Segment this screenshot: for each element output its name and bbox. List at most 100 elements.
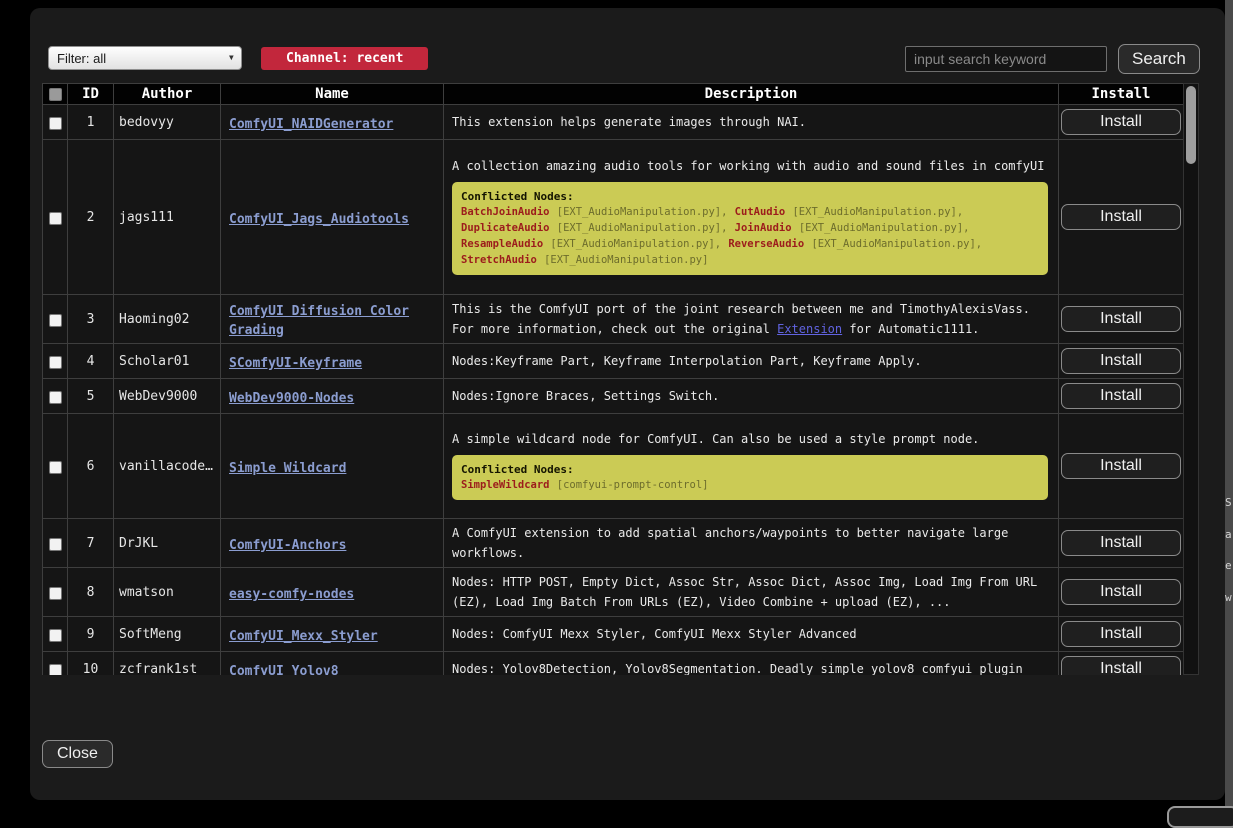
select-all-checkbox[interactable]: [49, 88, 62, 101]
node-name-link[interactable]: ComfyUI Diffusion Color Grading: [229, 304, 409, 338]
row-select-checkbox[interactable]: [49, 314, 62, 327]
table-row: 2 jags111 ComfyUI_Jags_Audiotools A coll…: [43, 140, 1184, 295]
background-menu-edge: [1225, 0, 1233, 815]
row-select-checkbox[interactable]: [49, 391, 62, 404]
node-name-link[interactable]: SComfyUI-Keyframe: [229, 356, 362, 371]
row-description: A collection amazing audio tools for wor…: [444, 140, 1059, 295]
node-name-link[interactable]: ComfyUI_Jags_Audiotools: [229, 212, 409, 227]
extension-link[interactable]: Extension: [777, 322, 842, 336]
conflict-node: BatchJoinAudio: [461, 206, 550, 218]
conflict-ext: [EXT_AudioManipulation.py]: [544, 254, 708, 266]
row-id: 10: [68, 652, 114, 676]
install-button[interactable]: Install: [1061, 383, 1181, 409]
menu-text-fragment: a: [1225, 528, 1232, 541]
row-author: Haoming02: [114, 295, 221, 344]
conflict-warning-box: Conflicted Nodes: BatchJoinAudio [EXT_Au…: [452, 182, 1048, 275]
row-id: 5: [68, 379, 114, 414]
row-author: wmatson: [114, 568, 221, 617]
node-name-link[interactable]: WebDev9000-Nodes: [229, 391, 354, 406]
header-install: Install: [1059, 84, 1184, 105]
row-select-checkbox[interactable]: [49, 587, 62, 600]
description-text: A simple wildcard node for ComfyUI. Can …: [452, 429, 1050, 449]
table-row: 6 vanillacode… Simple Wildcard A simple …: [43, 414, 1184, 519]
conflict-title: Conflicted Nodes:: [461, 190, 574, 203]
conflict-node: ReverseAudio: [728, 238, 804, 250]
filter-select-wrap: Filter: all ▾: [48, 46, 242, 70]
row-id: 6: [68, 414, 114, 519]
header-name: Name: [221, 84, 444, 105]
table-row: 7 DrJKL ComfyUI-Anchors A ComfyUI extens…: [43, 519, 1184, 568]
row-author: Scholar01: [114, 344, 221, 379]
row-description: Nodes: Yolov8Detection, Yolov8Segmentati…: [444, 652, 1059, 676]
menu-text-fragment: S: [1225, 496, 1232, 509]
row-author: DrJKL: [114, 519, 221, 568]
table-row: 4 Scholar01 SComfyUI-Keyframe Nodes:Keyf…: [43, 344, 1184, 379]
custom-nodes-table: ID Author Name Description Install 1 bed…: [42, 83, 1184, 675]
install-button[interactable]: Install: [1061, 348, 1181, 374]
row-author: WebDev9000: [114, 379, 221, 414]
row-select-checkbox[interactable]: [49, 461, 62, 474]
conflict-ext: [EXT_AudioManipulation.py],: [557, 222, 728, 234]
table-row: 1 bedovyy ComfyUI_NAIDGenerator This ext…: [43, 105, 1184, 140]
node-name-link[interactable]: ComfyUI Yolov8: [229, 664, 339, 676]
header-author: Author: [114, 84, 221, 105]
row-description: Nodes:Ignore Braces, Settings Switch.: [444, 379, 1059, 414]
search-button[interactable]: Search: [1118, 44, 1200, 74]
install-button[interactable]: Install: [1061, 306, 1181, 332]
conflict-node: ResampleAudio: [461, 238, 543, 250]
conflict-node: JoinAudio: [735, 222, 792, 234]
conflict-node: StretchAudio: [461, 254, 537, 266]
node-name-link[interactable]: ComfyUI_NAIDGenerator: [229, 117, 393, 132]
row-id: 4: [68, 344, 114, 379]
conflict-ext: [EXT_AudioManipulation.py],: [550, 238, 721, 250]
search-input[interactable]: [905, 46, 1107, 72]
row-select-checkbox[interactable]: [49, 664, 62, 676]
header-description: Description: [444, 84, 1059, 105]
conflict-title: Conflicted Nodes:: [461, 463, 574, 476]
install-button[interactable]: Install: [1061, 579, 1181, 605]
row-id: 1: [68, 105, 114, 140]
conflict-node: CutAudio: [735, 206, 786, 218]
install-button[interactable]: Install: [1061, 453, 1181, 479]
install-button[interactable]: Install: [1061, 530, 1181, 556]
scrollbar-thumb[interactable]: [1186, 86, 1196, 164]
row-select-checkbox[interactable]: [49, 629, 62, 642]
row-description: A simple wildcard node for ComfyUI. Can …: [444, 414, 1059, 519]
row-description: Nodes:Keyframe Part, Keyframe Interpolat…: [444, 344, 1059, 379]
description-text: for Automatic1111.: [842, 322, 979, 336]
custom-nodes-table-zone: ID Author Name Description Install 1 bed…: [42, 83, 1200, 675]
row-author: zcfrank1st: [114, 652, 221, 676]
table-scrollbar[interactable]: [1183, 83, 1199, 675]
conflict-warning-box: Conflicted Nodes: SimpleWildcard [comfyu…: [452, 455, 1048, 500]
row-id: 8: [68, 568, 114, 617]
node-name-link[interactable]: easy-comfy-nodes: [229, 587, 354, 602]
close-button[interactable]: Close: [42, 740, 113, 768]
node-name-link[interactable]: ComfyUI_Mexx_Styler: [229, 629, 378, 644]
table-row: 3 Haoming02 ComfyUI Diffusion Color Grad…: [43, 295, 1184, 344]
install-button[interactable]: Install: [1061, 621, 1181, 647]
conflict-ext: [EXT_AudioManipulation.py],: [792, 206, 963, 218]
channel-badge: Channel: recent: [261, 47, 428, 70]
install-button[interactable]: Install: [1061, 204, 1181, 230]
node-name-link[interactable]: ComfyUI-Anchors: [229, 538, 346, 553]
row-description: Nodes: HTTP POST, Empty Dict, Assoc Str,…: [444, 568, 1059, 617]
table-row: 9 SoftMeng ComfyUI_Mexx_Styler Nodes: Co…: [43, 617, 1184, 652]
row-select-checkbox[interactable]: [49, 356, 62, 369]
row-select-checkbox[interactable]: [49, 117, 62, 130]
row-select-checkbox[interactable]: [49, 538, 62, 551]
row-id: 2: [68, 140, 114, 295]
install-button[interactable]: Install: [1061, 656, 1181, 675]
table-row: 8 wmatson easy-comfy-nodes Nodes: HTTP P…: [43, 568, 1184, 617]
node-name-link[interactable]: Simple Wildcard: [229, 461, 346, 476]
row-description: This extension helps generate images thr…: [444, 105, 1059, 140]
filter-select[interactable]: Filter: all: [48, 46, 242, 70]
row-author: jags111: [114, 140, 221, 295]
header-id: ID: [68, 84, 114, 105]
row-description: This is the ComfyUI port of the joint re…: [444, 295, 1059, 344]
partial-button[interactable]: [1167, 806, 1233, 828]
table-row: 5 WebDev9000 WebDev9000-Nodes Nodes:Igno…: [43, 379, 1184, 414]
conflict-node: SimpleWildcard: [461, 479, 550, 491]
install-button[interactable]: Install: [1061, 109, 1181, 135]
conflict-ext: [EXT_AudioManipulation.py],: [557, 206, 728, 218]
row-select-checkbox[interactable]: [49, 212, 62, 225]
